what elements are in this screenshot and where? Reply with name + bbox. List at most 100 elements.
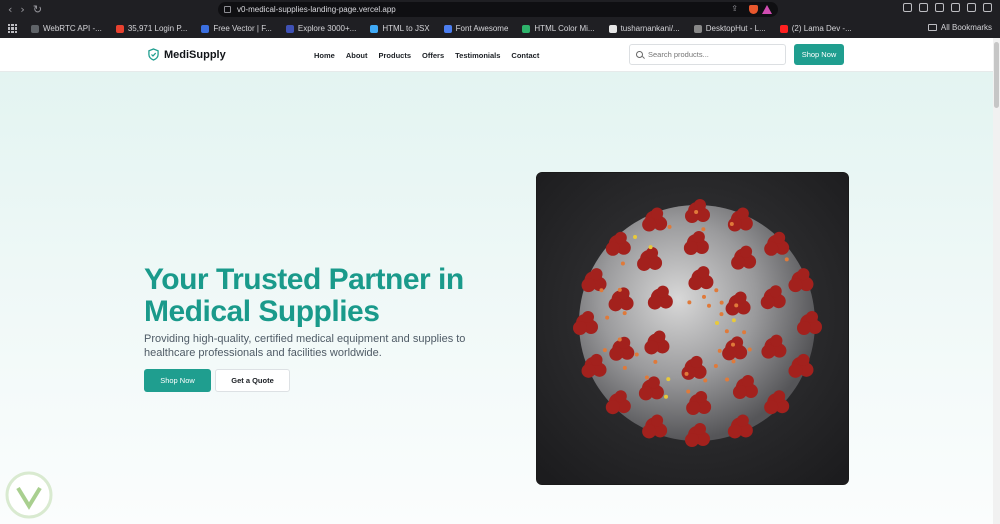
- all-bookmarks[interactable]: All Bookmarks: [927, 23, 992, 32]
- virus-particle: [667, 224, 672, 229]
- virus-spike: [725, 301, 740, 316]
- virus-particle: [633, 234, 638, 239]
- extension-icon[interactable]: [903, 3, 912, 12]
- virus-spike: [581, 278, 596, 293]
- virus-particle: [694, 210, 699, 215]
- virus-spike: [722, 346, 737, 361]
- bookmark-favicon-icon: [779, 24, 788, 33]
- bookmark-item[interactable]: HTML to JSX: [370, 24, 430, 33]
- hero-image: [536, 172, 849, 485]
- virus-particle: [648, 245, 653, 250]
- bookmark-favicon-icon: [608, 24, 617, 33]
- brave-shield-icon[interactable]: [749, 5, 758, 14]
- bookmark-label: WebRTC API -...: [43, 24, 102, 33]
- virus-spike: [683, 241, 698, 256]
- bookmark-label: Free Vector | F...: [213, 24, 272, 33]
- bookmark-favicon-icon: [115, 24, 124, 33]
- download-icon[interactable]: [935, 3, 944, 12]
- search-icon: [636, 51, 643, 58]
- virus-spike: [644, 340, 659, 355]
- virus-particle: [664, 394, 669, 399]
- logo[interactable]: MediSupply: [148, 48, 226, 61]
- nav-link-home[interactable]: Home: [314, 51, 335, 60]
- bookmark-item[interactable]: HTML Color Mi...: [522, 24, 595, 33]
- menu-icon[interactable]: [983, 3, 992, 12]
- bookmark-item[interactable]: 35,971 Login P...: [115, 24, 187, 33]
- extension-icons: [903, 3, 992, 12]
- bookmark-label: HTML to JSX: [382, 24, 430, 33]
- bookmark-item[interactable]: Font Awesome: [443, 24, 508, 33]
- site-info-icon[interactable]: [224, 6, 231, 13]
- virus-particle: [715, 321, 719, 325]
- virus-particle: [622, 365, 627, 370]
- virus-particle: [724, 329, 729, 334]
- virus-particle: [734, 303, 739, 308]
- virus-spike: [694, 423, 706, 435]
- apps-grid-icon[interactable]: [8, 24, 17, 33]
- bookmark-favicon-icon: [443, 24, 452, 33]
- puzzle-icon[interactable]: [919, 3, 928, 12]
- virus-spike: [647, 295, 662, 310]
- bookmark-item[interactable]: Explore 3000+...: [285, 24, 356, 33]
- music-icon[interactable]: [951, 3, 960, 12]
- virus-particle: [622, 311, 627, 316]
- back-icon[interactable]: ‹: [8, 4, 12, 15]
- virus-spike: [694, 199, 706, 211]
- reload-icon[interactable]: ↻: [33, 4, 42, 15]
- nav-link-testimonials[interactable]: Testimonials: [455, 51, 500, 60]
- bookmark-item[interactable]: tusharnankani/...: [608, 24, 680, 33]
- virus-particle: [747, 347, 752, 352]
- virus-particle: [620, 261, 625, 266]
- nav-link-offers[interactable]: Offers: [422, 51, 444, 60]
- bookmark-item[interactable]: (2) Lama Dev -...: [779, 24, 852, 33]
- bookmark-item[interactable]: WebRTC API -...: [31, 24, 102, 33]
- virus-particle: [719, 300, 724, 305]
- virus-particle: [687, 300, 692, 305]
- browser-nav: ‹ › ↻: [0, 4, 215, 15]
- virus-particle: [599, 288, 604, 293]
- virus-spike: [681, 365, 696, 380]
- virus-spike: [590, 268, 603, 281]
- forward-icon[interactable]: ›: [20, 4, 24, 15]
- bookmark-favicon-icon: [285, 24, 294, 33]
- scrollbar-thumb[interactable]: [994, 42, 999, 108]
- share-icon[interactable]: ⇪: [731, 4, 738, 13]
- virus-spike: [646, 246, 659, 259]
- bookmark-favicon-icon: [201, 24, 210, 33]
- virus-particle: [719, 312, 724, 317]
- nav-link-contact[interactable]: Contact: [511, 51, 539, 60]
- virus-particle: [686, 389, 691, 394]
- virus-particle: [605, 315, 610, 320]
- address-bar[interactable]: v0-medical-supplies-landing-page.vercel.…: [218, 2, 778, 17]
- header-shop-now-button[interactable]: Shop Now: [794, 44, 844, 65]
- virus-spike: [769, 285, 782, 298]
- virus-spike: [614, 390, 627, 403]
- virus-spike: [573, 321, 587, 335]
- virus-spike: [642, 424, 657, 439]
- virus-particle: [717, 348, 722, 353]
- nav-link-about[interactable]: About: [346, 51, 368, 60]
- sidebar-icon[interactable]: [967, 3, 976, 12]
- bookmark-item[interactable]: Free Vector | F...: [201, 24, 272, 33]
- virus-illustration: [537, 173, 848, 484]
- get-a-quote-button[interactable]: Get a Quote: [215, 369, 290, 392]
- bookmark-item[interactable]: DesktopHut - L...: [693, 24, 766, 33]
- virus-particle: [707, 303, 712, 308]
- virus-spike: [773, 390, 786, 403]
- hero-shop-now-button[interactable]: Shop Now: [144, 369, 211, 392]
- all-bookmarks-label: All Bookmarks: [940, 23, 992, 32]
- brave-rewards-icon[interactable]: [762, 5, 772, 14]
- hero-description: Providing high-quality, certified medica…: [144, 333, 466, 359]
- page-scrollbar[interactable]: [993, 38, 1000, 524]
- virus-spike: [788, 363, 803, 378]
- virus-particle: [617, 287, 622, 292]
- brand-name: MediSupply: [164, 48, 226, 61]
- nav-link-products[interactable]: Products: [379, 51, 412, 60]
- virus-spike: [736, 414, 749, 427]
- virus-spike: [806, 311, 818, 323]
- virus-particle: [731, 342, 736, 347]
- virus-spike: [727, 424, 742, 439]
- virus-spike: [637, 256, 652, 271]
- search-box[interactable]: [629, 44, 786, 65]
- search-input[interactable]: [648, 50, 778, 59]
